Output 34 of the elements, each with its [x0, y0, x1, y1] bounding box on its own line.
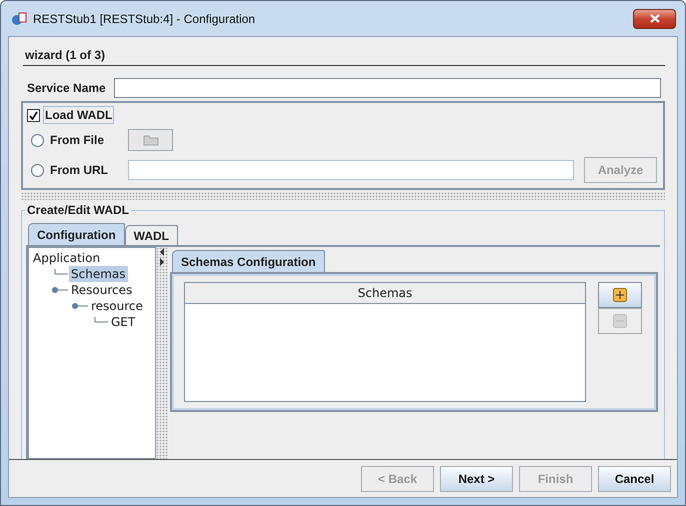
tree-item[interactable]: Resources: [69, 282, 134, 298]
tree-item[interactable]: Schemas: [69, 266, 128, 282]
splitter-handle[interactable]: [21, 192, 665, 200]
tree-item[interactable]: GET: [109, 314, 138, 330]
source-radio[interactable]: [31, 164, 44, 176]
add-button[interactable]: [598, 282, 642, 308]
plus-icon: [613, 288, 627, 302]
source-radio[interactable]: [31, 134, 44, 146]
close-icon: [650, 14, 660, 23]
tree-node-handle-icon[interactable]: [51, 285, 69, 295]
source-label: From File: [50, 133, 106, 147]
service-name-field[interactable]: [114, 78, 661, 98]
wizard-button[interactable]: Cancel: [598, 466, 671, 492]
tree-node-handle-icon[interactable]: [71, 301, 89, 311]
load-wadl-label[interactable]: Load WADL: [43, 106, 114, 124]
group-title: Create/Edit WADL: [25, 203, 132, 217]
column-header[interactable]: Schemas: [185, 283, 585, 304]
service-name-label: Service Name: [27, 81, 106, 95]
url-field[interactable]: [128, 160, 574, 180]
minus-icon: [613, 314, 627, 328]
wizard-button[interactable]: Next >: [440, 466, 513, 492]
app-icon: [11, 10, 27, 26]
load-wadl-checkbox[interactable]: [27, 108, 40, 122]
tree-item[interactable]: Application: [31, 250, 102, 266]
wizard-step-title: wizard (1 of 3): [23, 43, 665, 66]
tab[interactable]: WADL: [124, 225, 178, 245]
tab[interactable]: Schemas Configuration: [172, 250, 325, 272]
tab[interactable]: Configuration: [28, 223, 125, 245]
window-title: RESTStub1 [RESTStub:4] - Configuration: [33, 12, 256, 26]
tree-item[interactable]: resource: [89, 298, 145, 314]
source-label: From URL: [50, 163, 109, 177]
splitter-arrows-icon[interactable]: [159, 247, 165, 267]
close-button[interactable]: [633, 8, 676, 28]
folder-icon: [142, 134, 158, 146]
